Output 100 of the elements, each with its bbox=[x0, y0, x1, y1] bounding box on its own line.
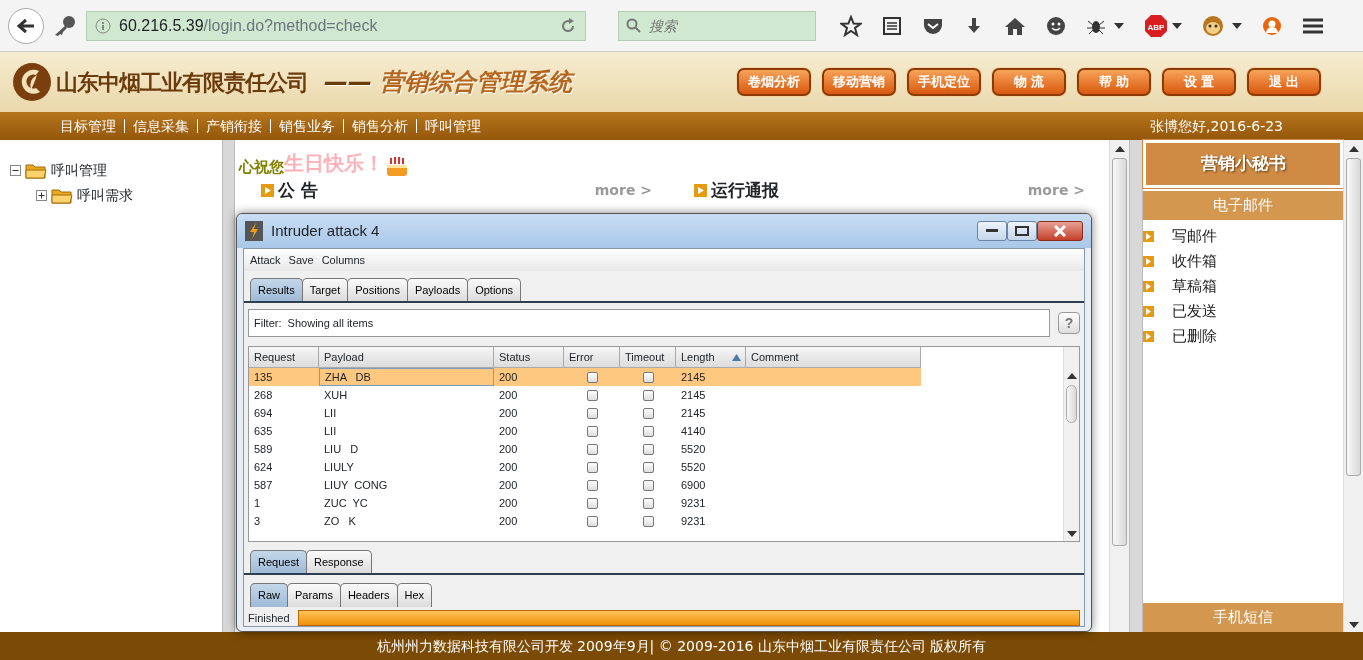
table-row[interactable]: 3 ZO K 200 9231 bbox=[249, 512, 921, 531]
table-cell-text: 9231 bbox=[680, 496, 707, 512]
nav-link[interactable]: 信息采集 bbox=[124, 119, 197, 133]
table-cell-text: 4140 bbox=[680, 424, 707, 440]
table-cell-text: 200 bbox=[498, 442, 519, 458]
tab[interactable]: Hex bbox=[396, 583, 433, 607]
tab[interactable]: Request bbox=[250, 549, 307, 573]
tree-item[interactable]: 呼叫需求 bbox=[77, 185, 133, 206]
tab[interactable]: Headers bbox=[339, 583, 398, 607]
table-row[interactable]: 589 LIU D 200 5520 bbox=[249, 440, 921, 459]
table-row[interactable]: 1 ZUC YC 200 9231 bbox=[249, 494, 921, 513]
column-header[interactable]: Status bbox=[494, 347, 564, 369]
scroll-thumb[interactable] bbox=[1066, 385, 1077, 424]
mail-link[interactable]: 草稿箱 bbox=[1172, 275, 1217, 298]
nav-link[interactable]: 销售业务 bbox=[270, 119, 343, 133]
back-button[interactable] bbox=[8, 7, 44, 44]
scroll-up-icon bbox=[1066, 373, 1077, 380]
caret-icon[interactable] bbox=[1232, 22, 1242, 29]
nav-link[interactable]: 产销衔接 bbox=[197, 119, 270, 133]
avatar-icon[interactable] bbox=[1262, 15, 1282, 36]
nav-link[interactable]: 呼叫管理 bbox=[416, 119, 489, 133]
close-button[interactable] bbox=[1037, 221, 1083, 241]
scrollbar[interactable] bbox=[1343, 140, 1363, 632]
greeting-text: 张博您好,2016-6-23 bbox=[1150, 116, 1283, 136]
scrollbar[interactable] bbox=[1109, 140, 1129, 632]
tree-item[interactable]: 呼叫管理 bbox=[51, 160, 107, 181]
column-header[interactable]: Error bbox=[564, 347, 620, 369]
table-row[interactable]: 587 LIUY CONG 200 6900 bbox=[249, 476, 921, 495]
scroll-thumb[interactable] bbox=[1346, 158, 1361, 476]
table-cell-text: 200 bbox=[498, 460, 519, 476]
maximize-icon bbox=[1015, 226, 1029, 236]
table-cell-text: 200 bbox=[498, 406, 519, 422]
tab[interactable]: Payloads bbox=[406, 277, 469, 302]
tab[interactable]: Options bbox=[467, 277, 522, 302]
scrollbar[interactable] bbox=[1063, 347, 1079, 541]
minimize-button[interactable] bbox=[977, 221, 1007, 241]
menu-icon[interactable] bbox=[1302, 16, 1324, 35]
help-button[interactable]: ? bbox=[1058, 312, 1080, 335]
reload-icon[interactable] bbox=[559, 16, 577, 35]
nav-link[interactable]: 销售分析 bbox=[343, 119, 416, 133]
mail-link[interactable]: 已删除 bbox=[1172, 325, 1217, 348]
star-icon[interactable] bbox=[840, 14, 862, 37]
system-separator: —— bbox=[324, 67, 372, 98]
table-cell-text: 624 bbox=[253, 460, 274, 476]
table-cell-text: XUH bbox=[323, 388, 349, 404]
table-cell-text: 2145 bbox=[680, 406, 707, 422]
tab[interactable]: Target bbox=[301, 277, 349, 302]
address-bar[interactable]: 60.216.5.39/login.do?method=check bbox=[86, 10, 586, 41]
table-cell-text: 200 bbox=[498, 424, 519, 440]
table-row[interactable]: 624 LIULY 200 5520 bbox=[249, 458, 921, 477]
smiley-icon[interactable] bbox=[1046, 15, 1066, 36]
info-icon bbox=[95, 17, 111, 34]
table-row[interactable]: 694 LII 200 2145 bbox=[249, 404, 921, 423]
menu-item[interactable]: Attack bbox=[250, 251, 281, 269]
scroll-thumb[interactable] bbox=[1112, 158, 1127, 546]
logo-icon bbox=[12, 62, 52, 102]
mail-link[interactable]: 写邮件 bbox=[1172, 225, 1217, 248]
table-cell-text: 694 bbox=[253, 406, 274, 422]
list-icon[interactable] bbox=[882, 15, 902, 36]
arrow-bullet-icon bbox=[1143, 256, 1154, 267]
tab[interactable]: Response bbox=[306, 549, 372, 573]
tab[interactable]: Positions bbox=[347, 277, 408, 302]
collapse-icon[interactable] bbox=[10, 165, 21, 176]
menu-item[interactable]: Columns bbox=[321, 251, 366, 269]
monkey-icon[interactable] bbox=[1202, 14, 1224, 37]
filter-bar[interactable]: Filter: Showing all items bbox=[248, 309, 1050, 338]
table-cell-text: 589 bbox=[253, 442, 274, 458]
url-text: 60.216.5.39/login.do?method=check bbox=[119, 15, 379, 36]
column-header[interactable]: Comment bbox=[746, 347, 921, 369]
table-cell-text: ZO K bbox=[323, 514, 357, 530]
table-row[interactable]: 268 XUH 200 2145 bbox=[249, 386, 921, 405]
adblock-icon[interactable]: ABP bbox=[1144, 13, 1168, 38]
expand-icon[interactable] bbox=[36, 190, 47, 201]
caret-icon[interactable] bbox=[1172, 22, 1182, 29]
table-row[interactable]: 635 LII 200 4140 bbox=[249, 422, 921, 441]
wish-prefix: 心祝您 bbox=[239, 157, 284, 178]
table-cell-text: ZUC YC bbox=[323, 496, 369, 512]
caret-icon[interactable] bbox=[1114, 22, 1124, 29]
table-cell-text: 1 bbox=[253, 496, 262, 512]
column-header[interactable]: Timeout bbox=[620, 347, 676, 369]
section-title: 公 告 bbox=[278, 179, 318, 202]
search-field[interactable]: 搜索 bbox=[618, 10, 816, 41]
column-header[interactable]: Payload bbox=[319, 347, 494, 369]
mail-link[interactable]: 收件箱 bbox=[1172, 250, 1217, 273]
table-row[interactable]: 135 ZHA DB 200 2145 bbox=[249, 368, 921, 387]
tab[interactable]: Raw bbox=[250, 583, 288, 607]
table-cell-text: LIULY bbox=[323, 460, 355, 476]
window-title: Intruder attack 4 bbox=[271, 220, 380, 241]
column-header[interactable]: Request bbox=[249, 347, 319, 369]
lightning-icon bbox=[245, 221, 263, 241]
nav-link[interactable]: 目标管理 bbox=[52, 119, 124, 133]
mail-link[interactable]: 已发送 bbox=[1172, 300, 1217, 323]
menu-item[interactable]: Save bbox=[288, 251, 314, 269]
column-header[interactable]: Length bbox=[676, 347, 746, 369]
tab[interactable]: Params bbox=[287, 583, 341, 607]
home-icon[interactable] bbox=[1004, 15, 1026, 36]
table-cell-text: 587 bbox=[253, 478, 274, 494]
tab[interactable]: Results bbox=[250, 277, 303, 302]
maximize-button[interactable] bbox=[1007, 221, 1037, 241]
arrow-bullet-icon bbox=[1143, 281, 1154, 292]
